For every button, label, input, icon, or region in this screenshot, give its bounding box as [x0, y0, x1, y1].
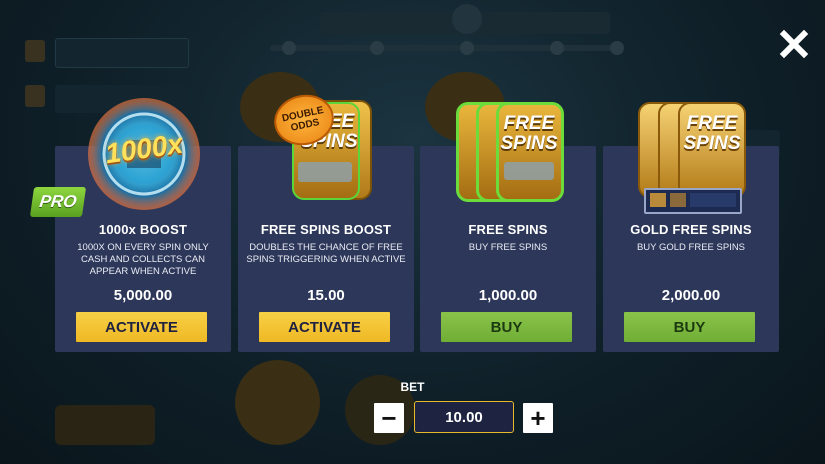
- gold-free-spins-art-text: FREE SPINS: [683, 113, 741, 154]
- gold-free-spins-art: FREE SPINS: [638, 100, 746, 216]
- activate-1000x-boost-button[interactable]: ACTIVATE: [76, 312, 207, 342]
- bet-label: BET: [400, 380, 425, 394]
- buy-free-spins-button[interactable]: BUY: [441, 312, 572, 342]
- card-title: FREE SPINS BOOST: [260, 222, 392, 237]
- card-price: 5,000.00: [113, 287, 173, 304]
- double-odds-text: DOUBLE ODDS: [281, 104, 325, 134]
- minus-icon: −: [381, 402, 397, 433]
- plus-icon: +: [530, 402, 546, 433]
- pro-badge: PRO: [29, 187, 87, 217]
- bet-decrease-button[interactable]: −: [374, 403, 404, 433]
- free-spins-art-text: FREE SPINS: [500, 113, 558, 154]
- 1000x-boost-art: 1000x: [85, 95, 203, 213]
- bet-increase-button[interactable]: +: [523, 403, 553, 433]
- close-button[interactable]: [778, 28, 810, 60]
- bet-amount-field[interactable]: 10.00: [414, 401, 514, 433]
- card-description: 1000x ON EVERY SPIN ONLY CASH AND COLLEC…: [77, 242, 209, 277]
- card-description: BUY GOLD FREE SPINS: [636, 242, 746, 253]
- card-price: 15.00: [307, 287, 345, 304]
- card-title: FREE SPINS: [468, 222, 548, 237]
- card-price: 2,000.00: [661, 287, 721, 304]
- card-title: 1000x BOOST: [98, 222, 188, 237]
- card-price: 1,000.00: [478, 287, 538, 304]
- buy-gold-free-spins-button[interactable]: BUY: [624, 312, 755, 342]
- close-icon: [779, 29, 809, 59]
- card-description: DOUBLES THE CHANCE OF FREE SPINS TRIGGER…: [246, 242, 406, 265]
- card-description: BUY FREE SPINS: [468, 242, 548, 253]
- activate-free-spins-boost-button[interactable]: ACTIVATE: [259, 312, 390, 342]
- free-spins-art: FREE SPINS: [456, 100, 564, 202]
- card-title: GOLD FREE SPINS: [630, 222, 752, 237]
